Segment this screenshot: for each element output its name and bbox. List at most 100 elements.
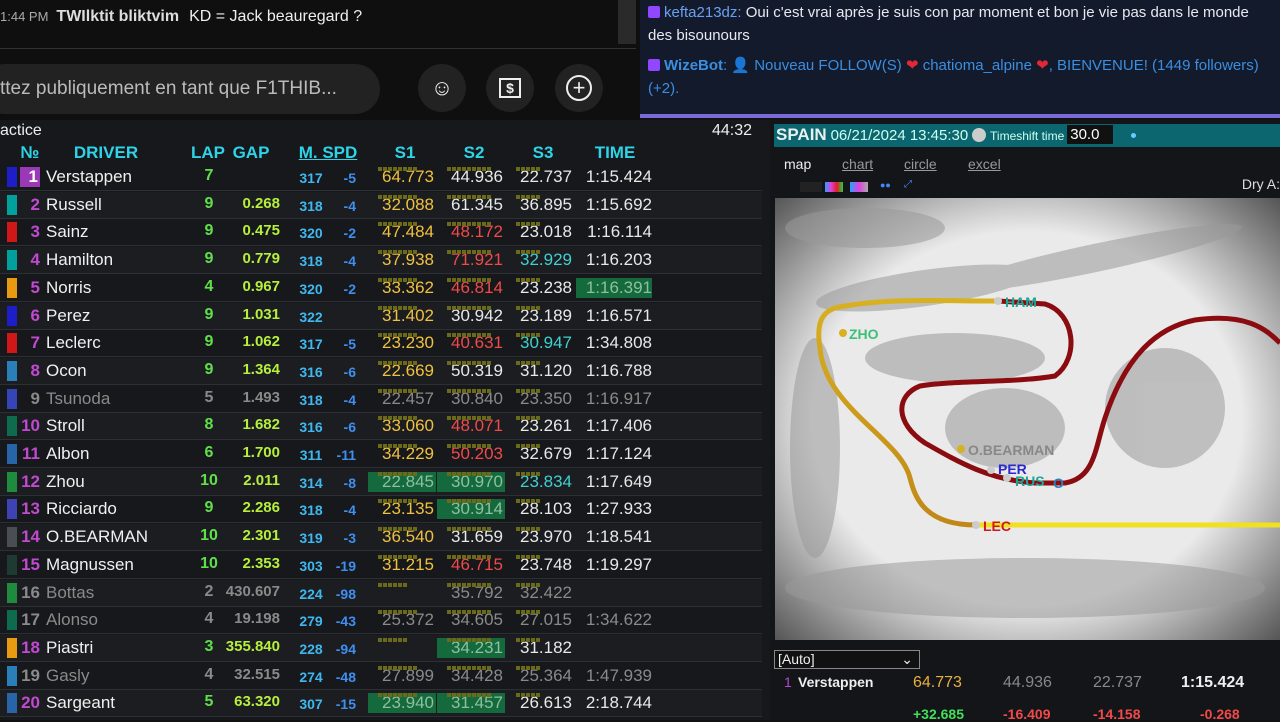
mini-sector-bar (447, 527, 492, 532)
table-row[interactable]: 16 Bottas 2 430.607 224 -98 35.792 32.422 (0, 579, 762, 607)
table-row[interactable]: 2 Russell 9 0.268 318 -4 32.088 61.345 36.895 1:1… (0, 191, 762, 219)
lap-time: 2:18.744 (585, 693, 652, 713)
delta-row: +32.685 -16.409 -14.158 -0.268 (770, 706, 1280, 722)
max-speed: 303 (299, 557, 323, 574)
lap-count: 9 (204, 194, 214, 212)
session-clock: 44:32 (712, 122, 753, 139)
timeshift-input[interactable]: 30.0 (1067, 125, 1114, 144)
timeshift-label: Timeshift time (990, 129, 1065, 143)
header-s2[interactable]: S2 (464, 143, 485, 163)
table-row[interactable]: 7 Leclerc 9 1.062 317 -5 23.230 40.631 30.947 1:3… (0, 330, 762, 358)
lap-count: 8 (204, 416, 214, 434)
palette-icon[interactable] (825, 182, 843, 192)
driver-name: Piastri (46, 637, 94, 657)
message-author[interactable]: TWIlktit bliktvim (56, 8, 179, 25)
table-row[interactable]: 15 Magnussen 10 2.353 303 -19 31.215 46.715 23.7… (0, 552, 762, 579)
car-label-oco: O (1053, 475, 1064, 491)
table-row[interactable]: 14 O.BEARMAN 10 2.301 319 -3 36.540 31.659 23.97… (0, 524, 762, 552)
max-speed: 318 (299, 502, 323, 519)
table-row[interactable]: 3 Sainz 9 0.475 320 -2 47.484 48.172 23.018 1:16.… (0, 219, 762, 247)
table-row[interactable]: 13 Ricciardo 9 2.286 318 -4 23.135 30.914 28.103… (0, 496, 762, 524)
table-row[interactable]: 10 Stroll 8 1.682 316 -6 33.060 48.071 23.261 1:1… (0, 413, 762, 441)
header-lap[interactable]: LAP (191, 143, 225, 163)
chat-scrollbar[interactable] (618, 0, 636, 44)
super-chat-button[interactable]: $ (486, 64, 534, 112)
speed-delta: -11 (336, 447, 356, 463)
palette-icon[interactable] (850, 182, 868, 192)
mini-sector-bar (516, 444, 541, 448)
lap-count: 10 (200, 527, 218, 545)
track-sector-red (899, 298, 1280, 486)
table-row[interactable]: 11 Albon 6 1.700 311 -11 34.229 50.203 32.679 1:1… (0, 441, 762, 468)
lap-time: 1:34.622 (585, 610, 652, 630)
lap-count: 3 (204, 637, 214, 655)
driver-select[interactable]: [Auto] ⌄ (774, 650, 920, 669)
lap-time: 1:34.808 (585, 333, 652, 353)
track-map[interactable]: HAM ZHO O.BEARMAN PER RUS O LEC (775, 198, 1280, 640)
datetime: 06/21/2024 13:45:30 (830, 127, 969, 144)
table-row[interactable]: 12 Zhou 10 2.011 314 -8 22.845 30.970 23.834 1:17… (0, 468, 762, 496)
header-time[interactable]: TIME (595, 143, 636, 163)
select-value: [Auto] (778, 651, 815, 667)
table-row[interactable]: 20 Sargeant 5 63.320 307 -15 23.940 31.457 26.61… (0, 690, 762, 718)
table-row[interactable]: 8 Ocon 9 1.364 316 -6 22.669 50.319 31.120 1:16.7… (0, 357, 762, 385)
table-row[interactable]: 6 Perez 9 1.031 322 31.402 30.942 23.189 1:16.57… (0, 302, 762, 330)
max-speed: 317 (299, 170, 323, 186)
driver-name: Stroll (46, 416, 85, 436)
gap-value: 1.682 (242, 416, 280, 434)
lap-count: 4 (204, 277, 214, 295)
divider (0, 48, 636, 49)
table-row[interactable]: 17 Alonso 4 19.198 279 -43 25.372 34.605 27.015 1… (0, 607, 762, 635)
mini-sector-bar (516, 360, 541, 365)
table-row[interactable]: 1 Verstappen 7 317 -5 64.773 44.936 22.737 1:15.… (0, 164, 762, 191)
message-author[interactable]: kefta213dz (664, 4, 737, 21)
header-s1[interactable]: S1 (395, 143, 416, 163)
driver-position: 1 (20, 167, 40, 187)
mini-sector-bar (447, 610, 492, 615)
dots-icon[interactable]: ●● (880, 180, 891, 190)
expand-icon[interactable]: ⤢ (904, 179, 912, 190)
mini-sector-bar (447, 388, 492, 393)
header-mspd[interactable]: M. SPD (299, 143, 358, 163)
twitch-chat: kefta213dz: Oui c'est vrai après je suis… (640, 0, 1280, 118)
mini-sector-bar (447, 693, 492, 698)
driver-position: 4 (30, 250, 40, 270)
session-label: actice (0, 122, 42, 139)
mini-sector-bar (378, 250, 418, 255)
table-row[interactable]: 4 Hamilton 9 0.779 318 -4 37.938 71.921 32.929 1:… (0, 247, 762, 275)
add-button[interactable]: + (555, 64, 603, 112)
table-row[interactable]: 5 Norris 4 0.967 320 -2 33.362 46.814 23.238 1:16… (0, 275, 762, 302)
mini-sector-bar (378, 554, 418, 559)
lap-count: 9 (204, 222, 214, 240)
mini-sector-bar (378, 194, 418, 199)
max-speed: 228 (299, 640, 323, 657)
mini-sector-bar (447, 416, 492, 421)
chat-input[interactable]: ttez publiquement en tant que F1THIB... (0, 64, 380, 114)
color-toggle[interactable] (800, 182, 822, 192)
tab-excel[interactable]: excel (968, 156, 1001, 172)
driver-name: Sargeant (46, 693, 115, 713)
header-s3[interactable]: S3 (533, 143, 554, 163)
table-row[interactable]: 9 Tsunoda 5 1.493 318 -4 22.457 30.840 23.350 1:1… (0, 386, 762, 413)
driver-position: 7 (30, 333, 40, 353)
max-speed: 320 (299, 280, 323, 297)
message-author[interactable]: WizeBot (664, 57, 723, 74)
lap-time: 1:16.917 (585, 388, 652, 408)
lap-time: 1:17.124 (585, 444, 652, 463)
driver-name: Bottas (46, 582, 95, 602)
table-row[interactable]: 18 Piastri 3 355.840 228 -94 34.231 31.182 (0, 634, 762, 662)
max-speed: 307 (299, 696, 323, 713)
mini-sector-bar (378, 388, 418, 393)
table-row[interactable]: 19 Gasly 4 32.515 274 -48 27.899 34.428 25.364 1:… (0, 663, 762, 690)
header-gap[interactable]: GAP (233, 143, 270, 163)
lap-time: 1:27.933 (585, 499, 652, 519)
car-label-ham: HAM (1005, 294, 1037, 310)
gap-value: 32.515 (234, 665, 280, 683)
tab-circle[interactable]: circle (904, 156, 937, 172)
tab-map[interactable]: map (784, 156, 811, 172)
header-driver[interactable]: DRIVER (74, 143, 138, 163)
timeshift-icon[interactable] (972, 128, 987, 142)
mini-sector-bar (447, 360, 492, 365)
emoji-button[interactable]: ☺ (418, 64, 466, 112)
tab-chart[interactable]: chart (842, 156, 873, 172)
